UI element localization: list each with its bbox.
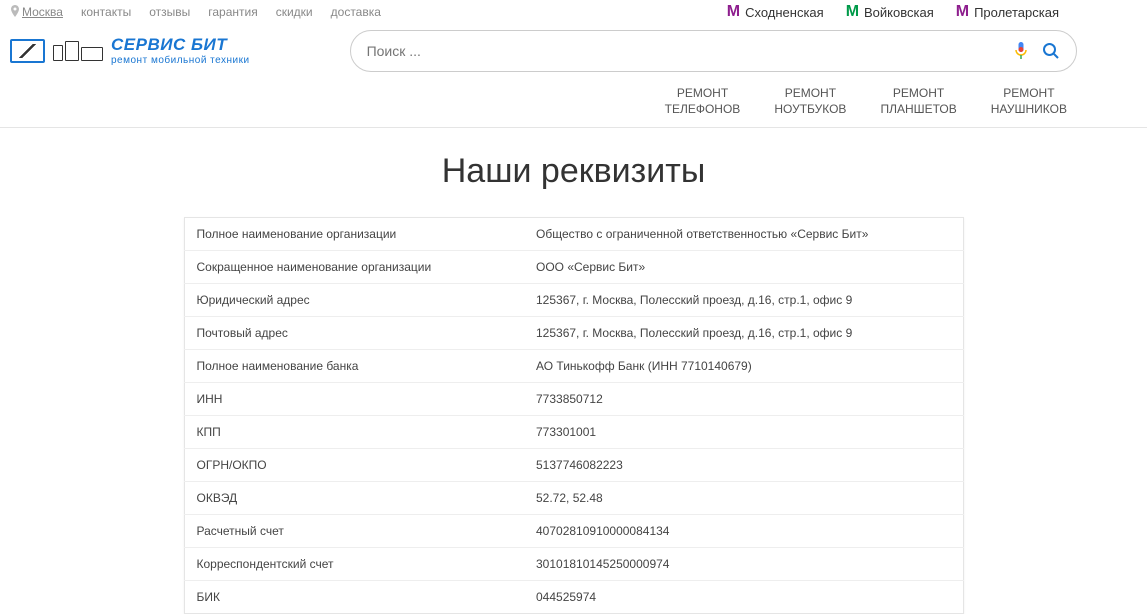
table-row: Почтовый адрес125367, г. Москва, Полесск… bbox=[184, 317, 963, 350]
req-label: Юридический адрес bbox=[184, 284, 524, 317]
metro-name: Сходненская bbox=[745, 5, 824, 20]
mic-icon[interactable] bbox=[1014, 41, 1028, 61]
top-bar: Москва контакты отзывы гарантия скидки д… bbox=[0, 0, 1147, 26]
req-value: Общество с ограниченной ответственностью… bbox=[524, 218, 963, 251]
requisites-table: Полное наименование организацииОбщество … bbox=[184, 217, 964, 614]
search-box[interactable] bbox=[350, 30, 1077, 72]
metro-icon: М bbox=[727, 4, 740, 20]
metro-item[interactable]: М Пролетарская bbox=[956, 4, 1059, 20]
nav-headphones[interactable]: РЕМОНТ НАУШНИКОВ bbox=[991, 86, 1067, 117]
table-row: ОГРН/ОКПО5137746082223 bbox=[184, 449, 963, 482]
nav-laptops[interactable]: РЕМОНТ НОУТБУКОВ bbox=[774, 86, 846, 117]
nav-tablets[interactable]: РЕМОНТ ПЛАНШЕТОВ bbox=[880, 86, 956, 117]
table-row: Корреспондентский счет301018101452500009… bbox=[184, 548, 963, 581]
table-row: Сокращенное наименование организацииООО … bbox=[184, 251, 963, 284]
req-label: БИК bbox=[184, 581, 524, 614]
table-row: Юридический адрес125367, г. Москва, Поле… bbox=[184, 284, 963, 317]
req-value: 773301001 bbox=[524, 416, 963, 449]
req-label: Полное наименование банка bbox=[184, 350, 524, 383]
main-nav: РЕМОНТ ТЕЛЕФОНОВ РЕМОНТ НОУТБУКОВ РЕМОНТ… bbox=[0, 76, 1147, 128]
req-label: Расчетный счет bbox=[184, 515, 524, 548]
req-label: Корреспондентский счет bbox=[184, 548, 524, 581]
brand-line2: ремонт мобильной техники bbox=[111, 55, 250, 66]
req-label: ИНН bbox=[184, 383, 524, 416]
metro-item[interactable]: М Войковская bbox=[846, 4, 934, 20]
table-row: Расчетный счет40702810910000084134 bbox=[184, 515, 963, 548]
metro-name: Пролетарская bbox=[974, 5, 1059, 20]
pin-icon bbox=[10, 5, 20, 20]
top-link-discounts[interactable]: скидки bbox=[276, 5, 313, 19]
req-value: 52.72, 52.48 bbox=[524, 482, 963, 515]
req-label: КПП bbox=[184, 416, 524, 449]
metro-icon: М bbox=[846, 4, 859, 20]
nav-phones[interactable]: РЕМОНТ ТЕЛЕФОНОВ bbox=[665, 86, 741, 117]
logo[interactable]: СЕРВИС БИТ ремонт мобильной техники bbox=[10, 36, 250, 66]
req-value: 30101810145250000974 bbox=[524, 548, 963, 581]
req-label: ОКВЭД bbox=[184, 482, 524, 515]
brand-line1: СЕРВИС БИТ bbox=[111, 36, 250, 55]
req-value: 7733850712 bbox=[524, 383, 963, 416]
table-row: Полное наименование банкаАО Тинькофф Бан… bbox=[184, 350, 963, 383]
req-value: АО Тинькофф Банк (ИНН 7710140679) bbox=[524, 350, 963, 383]
header: СЕРВИС БИТ ремонт мобильной техники bbox=[0, 26, 1147, 76]
req-label: Почтовый адрес bbox=[184, 317, 524, 350]
metro-icon: М bbox=[956, 4, 969, 20]
search-input[interactable] bbox=[367, 43, 1014, 59]
metro-list: М Сходненская М Войковская М Пролетарска… bbox=[727, 4, 1059, 20]
metro-item[interactable]: М Сходненская bbox=[727, 4, 824, 20]
search-icon[interactable] bbox=[1042, 42, 1060, 60]
req-label: ОГРН/ОКПО bbox=[184, 449, 524, 482]
top-link-reviews[interactable]: отзывы bbox=[149, 5, 190, 19]
req-label: Сокращенное наименование организации bbox=[184, 251, 524, 284]
req-value: 5137746082223 bbox=[524, 449, 963, 482]
page-title: Наши реквизиты bbox=[0, 152, 1147, 191]
table-row: ИНН7733850712 bbox=[184, 383, 963, 416]
top-link-delivery[interactable]: доставка bbox=[331, 5, 381, 19]
req-value: 125367, г. Москва, Полесский проезд, д.1… bbox=[524, 317, 963, 350]
req-value: 125367, г. Москва, Полесский проезд, д.1… bbox=[524, 284, 963, 317]
top-link-contacts[interactable]: контакты bbox=[81, 5, 131, 19]
table-row: БИК044525974 bbox=[184, 581, 963, 614]
top-link-warranty[interactable]: гарантия bbox=[208, 5, 257, 19]
table-row: Полное наименование организацииОбщество … bbox=[184, 218, 963, 251]
devices-icon bbox=[53, 41, 103, 61]
req-value: 044525974 bbox=[524, 581, 963, 614]
logo-icon bbox=[10, 39, 45, 63]
req-label: Полное наименование организации bbox=[184, 218, 524, 251]
table-row: КПП773301001 bbox=[184, 416, 963, 449]
brand-text: СЕРВИС БИТ ремонт мобильной техники bbox=[111, 36, 250, 66]
metro-name: Войковская bbox=[864, 5, 934, 20]
location-link[interactable]: Москва bbox=[10, 5, 63, 20]
location-text: Москва bbox=[22, 5, 63, 19]
req-value: ООО «Сервис Бит» bbox=[524, 251, 963, 284]
table-row: ОКВЭД52.72, 52.48 bbox=[184, 482, 963, 515]
req-value: 40702810910000084134 bbox=[524, 515, 963, 548]
